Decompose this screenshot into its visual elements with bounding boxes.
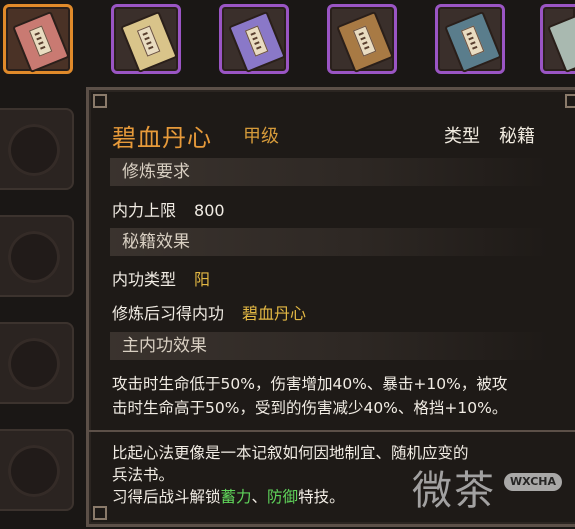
requirements-header: 修炼要求: [110, 158, 550, 186]
inventory-slot-6[interactable]: [540, 4, 575, 74]
main-effect-line-1: 攻击时生命低于50%，伤害增加40%、暴击+10%，被攻: [112, 375, 508, 393]
empty-slot-1[interactable]: [0, 108, 74, 190]
requirement-row: 内力上限 800: [112, 197, 225, 221]
inventory-slot-5[interactable]: [435, 4, 505, 74]
main-effect-text: 攻击时生命低于50%，伤害增加40%、暴击+10%，被攻 击时生命高于50%，受…: [112, 372, 542, 420]
learn-row: 修炼后习得内功 碧血丹心: [112, 300, 306, 324]
kungfu-type-label: 内功类型: [112, 270, 177, 289]
desc-sep: 、: [251, 488, 268, 506]
learn-label: 修炼后习得内功: [112, 304, 225, 323]
kungfu-type-value: 阳: [194, 270, 211, 289]
watermark-text: 微茶: [412, 468, 496, 514]
item-grade: 甲级: [243, 126, 279, 147]
watermark-badge: WXCHA: [504, 473, 563, 491]
skill-charge: 蓄力: [220, 488, 252, 506]
divider: [89, 430, 575, 432]
kungfu-type-row: 内功类型阳: [112, 266, 210, 290]
purple-book-icon: [228, 10, 286, 74]
inventory-slot-3[interactable]: [219, 4, 289, 74]
main-effect-header: 主内功效果: [110, 332, 550, 360]
inventory-slot-2[interactable]: [111, 4, 181, 74]
empty-slot-4[interactable]: [0, 429, 74, 511]
item-type-label: 类型: [444, 126, 480, 147]
desc-line-3-post: 特技。: [298, 488, 345, 506]
requirement-value: 800: [194, 201, 225, 220]
inventory-row: [0, 0, 575, 86]
skill-defend: 防御: [267, 488, 299, 506]
item-type-value: 秘籍: [499, 126, 535, 147]
teal-book-icon: [547, 10, 575, 74]
watermark-logo: 微茶 WXCHA: [412, 458, 572, 518]
inventory-slot-1[interactable]: [3, 4, 73, 74]
empty-slot-3[interactable]: [0, 322, 74, 404]
blue-book-icon: [444, 10, 502, 74]
red-book-icon: [12, 10, 70, 74]
desc-line-3-pre: 习得后战斗解锁: [112, 488, 221, 506]
tan-book-icon: [120, 10, 178, 74]
brown-book-icon: [336, 10, 394, 74]
item-name: 碧血丹心: [112, 124, 212, 152]
empty-slot-2[interactable]: [0, 215, 74, 297]
inventory-slot-4[interactable]: [327, 4, 397, 74]
requirement-label: 内力上限: [112, 201, 177, 220]
main-effect-line-2: 击时生命高于50%，受到的伤害减少40%、格挡+10%。: [112, 399, 508, 417]
learn-value: 碧血丹心: [242, 304, 307, 323]
book-effect-header: 秘籍效果: [110, 228, 550, 256]
